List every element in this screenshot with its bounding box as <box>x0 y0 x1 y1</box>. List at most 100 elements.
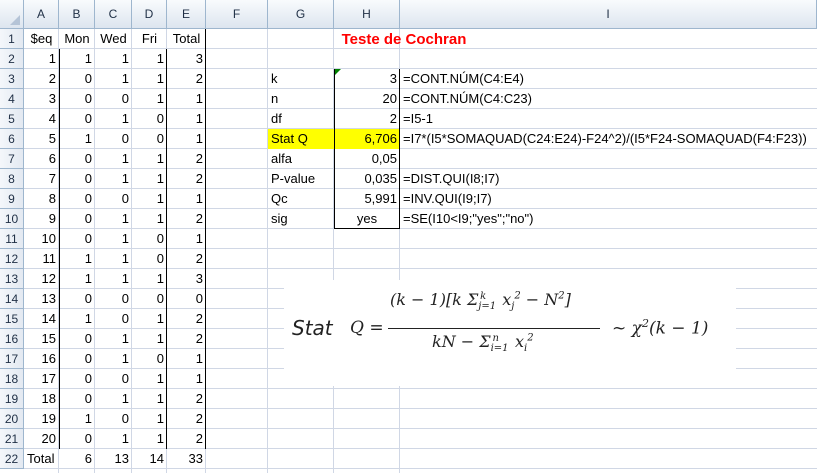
row-header-16[interactable]: 16 <box>0 329 24 349</box>
table-cell[interactable]: 0 <box>59 209 95 229</box>
row-header-20[interactable]: 20 <box>0 409 24 429</box>
row-header-13[interactable]: 13 <box>0 269 24 289</box>
table-cell[interactable]: 2 <box>167 209 206 229</box>
stat-formula[interactable]: =SE(I10<I9;"yes";"no") <box>400 209 817 229</box>
table-cell[interactable]: 1 <box>95 269 132 289</box>
table-cell[interactable]: 0 <box>59 189 95 209</box>
table-cell[interactable]: 3 <box>167 49 206 69</box>
table-cell[interactable]: 2 <box>167 69 206 89</box>
table-cell[interactable]: 13 <box>24 289 59 309</box>
row-header-5[interactable]: 5 <box>0 109 24 129</box>
stat-label[interactable]: Qc <box>268 189 334 209</box>
table-cell[interactable]: 1 <box>167 89 206 109</box>
table-cell[interactable]: 0 <box>95 309 132 329</box>
table-cell[interactable]: 3 <box>24 89 59 109</box>
column-header-e[interactable]: E <box>167 0 206 29</box>
table-header-cell[interactable]: Fri <box>132 29 167 49</box>
table-cell[interactable]: 0 <box>59 389 95 409</box>
table-header-cell[interactable]: Wed <box>95 29 132 49</box>
table-cell[interactable]: 1 <box>24 49 59 69</box>
table-cell[interactable]: 7 <box>24 169 59 189</box>
table-cell[interactable]: 10 <box>24 229 59 249</box>
stat-value[interactable]: 0,035 <box>334 169 400 189</box>
table-cell[interactable]: 5 <box>24 129 59 149</box>
table-cell[interactable]: 1 <box>95 209 132 229</box>
stat-formula[interactable]: =CONT.NÚM(C4:E4) <box>400 69 817 89</box>
table-cell[interactable]: 16 <box>24 349 59 369</box>
stat-value[interactable]: 6,706 <box>334 129 400 149</box>
table-cell[interactable]: 0 <box>59 429 95 449</box>
table-cell[interactable]: 0 <box>59 89 95 109</box>
table-cell[interactable]: 1 <box>59 249 95 269</box>
table-header-cell[interactable]: Total <box>167 29 206 49</box>
stat-value[interactable]: yes <box>334 209 400 229</box>
table-cell[interactable]: 0 <box>132 129 167 149</box>
stat-label[interactable]: n <box>268 89 334 109</box>
table-cell[interactable]: 1 <box>167 229 206 249</box>
row-header-14[interactable]: 14 <box>0 289 24 309</box>
stat-formula[interactable] <box>400 149 817 169</box>
table-cell[interactable]: 1 <box>132 89 167 109</box>
table-cell[interactable]: 1 <box>132 149 167 169</box>
row-header-9[interactable]: 9 <box>0 189 24 209</box>
row-header-15[interactable]: 15 <box>0 309 24 329</box>
table-cell[interactable]: 1 <box>132 309 167 329</box>
table-cell[interactable]: 1 <box>132 329 167 349</box>
total-cell[interactable]: 13 <box>95 449 132 469</box>
table-cell[interactable]: 0 <box>132 229 167 249</box>
table-cell[interactable]: 1 <box>95 329 132 349</box>
total-cell[interactable]: Total <box>24 449 59 469</box>
table-cell[interactable]: 1 <box>95 109 132 129</box>
stat-label[interactable]: df <box>268 109 334 129</box>
stat-formula[interactable]: =INV.QUI(I9;I7) <box>400 189 817 209</box>
table-cell[interactable]: 0 <box>59 169 95 189</box>
stat-value[interactable]: 0,05 <box>334 149 400 169</box>
table-cell[interactable]: 2 <box>167 149 206 169</box>
table-cell[interactable]: 15 <box>24 329 59 349</box>
table-cell[interactable]: 3 <box>167 269 206 289</box>
table-cell[interactable]: 1 <box>167 369 206 389</box>
stat-value[interactable]: 20 <box>334 89 400 109</box>
table-header-cell[interactable]: Mon <box>59 29 95 49</box>
row-header-10[interactable]: 10 <box>0 209 24 229</box>
table-cell[interactable]: 9 <box>24 209 59 229</box>
table-cell[interactable]: 2 <box>167 429 206 449</box>
table-cell[interactable]: 1 <box>132 209 167 229</box>
column-header-i[interactable]: I <box>400 0 817 29</box>
table-cell[interactable]: 1 <box>132 409 167 429</box>
stat-label[interactable]: P-value <box>268 169 334 189</box>
table-cell[interactable]: 1 <box>95 169 132 189</box>
table-cell[interactable]: 1 <box>59 309 95 329</box>
table-cell[interactable]: 0 <box>59 349 95 369</box>
table-cell[interactable]: 0 <box>132 249 167 269</box>
stat-formula[interactable]: =I5-1 <box>400 109 817 129</box>
stat-label[interactable]: k <box>268 69 334 89</box>
table-cell[interactable]: 17 <box>24 369 59 389</box>
table-cell[interactable]: 0 <box>59 149 95 169</box>
table-cell[interactable]: 1 <box>59 49 95 69</box>
table-cell[interactable]: 12 <box>24 269 59 289</box>
row-header-7[interactable]: 7 <box>0 149 24 169</box>
stat-label[interactable]: alfa <box>268 149 334 169</box>
table-cell[interactable]: 11 <box>24 249 59 269</box>
row-header-1[interactable]: 1 <box>0 29 24 49</box>
column-header-g[interactable]: G <box>268 0 334 29</box>
row-header-2[interactable]: 2 <box>0 49 24 69</box>
total-cell[interactable]: 14 <box>132 449 167 469</box>
stat-formula[interactable]: =I7*(I5*SOMAQUAD(C24:E24)-F24^2)/(I5*F24… <box>400 129 817 149</box>
table-cell[interactable]: 0 <box>95 189 132 209</box>
row-header-22[interactable]: 22 <box>0 449 24 469</box>
column-header-f[interactable]: F <box>206 0 268 29</box>
stat-value[interactable]: 3 <box>334 69 400 89</box>
column-header-b[interactable]: B <box>59 0 95 29</box>
column-header-a[interactable]: A <box>24 0 59 29</box>
table-cell[interactable]: 6 <box>24 149 59 169</box>
table-cell[interactable]: 0 <box>59 369 95 389</box>
row-header-12[interactable]: 12 <box>0 249 24 269</box>
table-cell[interactable]: 1 <box>132 389 167 409</box>
stats-title[interactable]: Teste de Cochran <box>304 30 504 50</box>
table-cell[interactable]: 14 <box>24 309 59 329</box>
stat-label[interactable]: Stat Q <box>268 129 334 149</box>
table-cell[interactable]: 1 <box>95 349 132 369</box>
table-cell[interactable]: 1 <box>95 149 132 169</box>
